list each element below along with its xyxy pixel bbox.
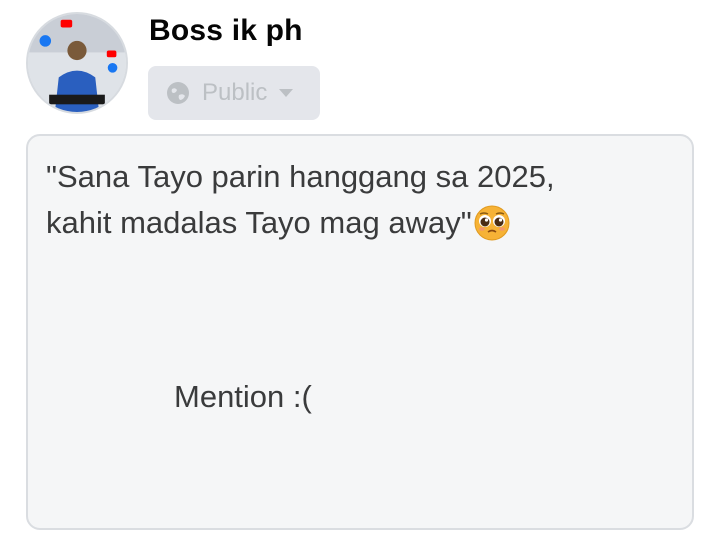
- chevron-down-icon: [279, 89, 294, 97]
- profile-photo-icon: [28, 14, 126, 112]
- author-name[interactable]: Boss ik ph: [149, 14, 303, 48]
- avatar[interactable]: [26, 12, 128, 114]
- post-text-line-2: kahit madalas Tayo mag away": [46, 205, 472, 240]
- privacy-label: Public: [202, 79, 268, 106]
- mention-text: Mention :(: [174, 379, 312, 414]
- post-composer-screen: Boss ik ph Public "Sana Tayo parin hangg…: [0, 0, 720, 542]
- post-text-line-1: "Sana Tayo parin hanggang sa 2025,: [46, 159, 555, 194]
- globe-icon: [167, 82, 189, 104]
- post-text-input[interactable]: "Sana Tayo parin hanggang sa 2025, kahit…: [26, 134, 694, 530]
- pleading-face-icon: [474, 205, 510, 241]
- post-text: "Sana Tayo parin hanggang sa 2025, kahit…: [46, 154, 666, 246]
- privacy-selector-button[interactable]: Public: [148, 66, 320, 120]
